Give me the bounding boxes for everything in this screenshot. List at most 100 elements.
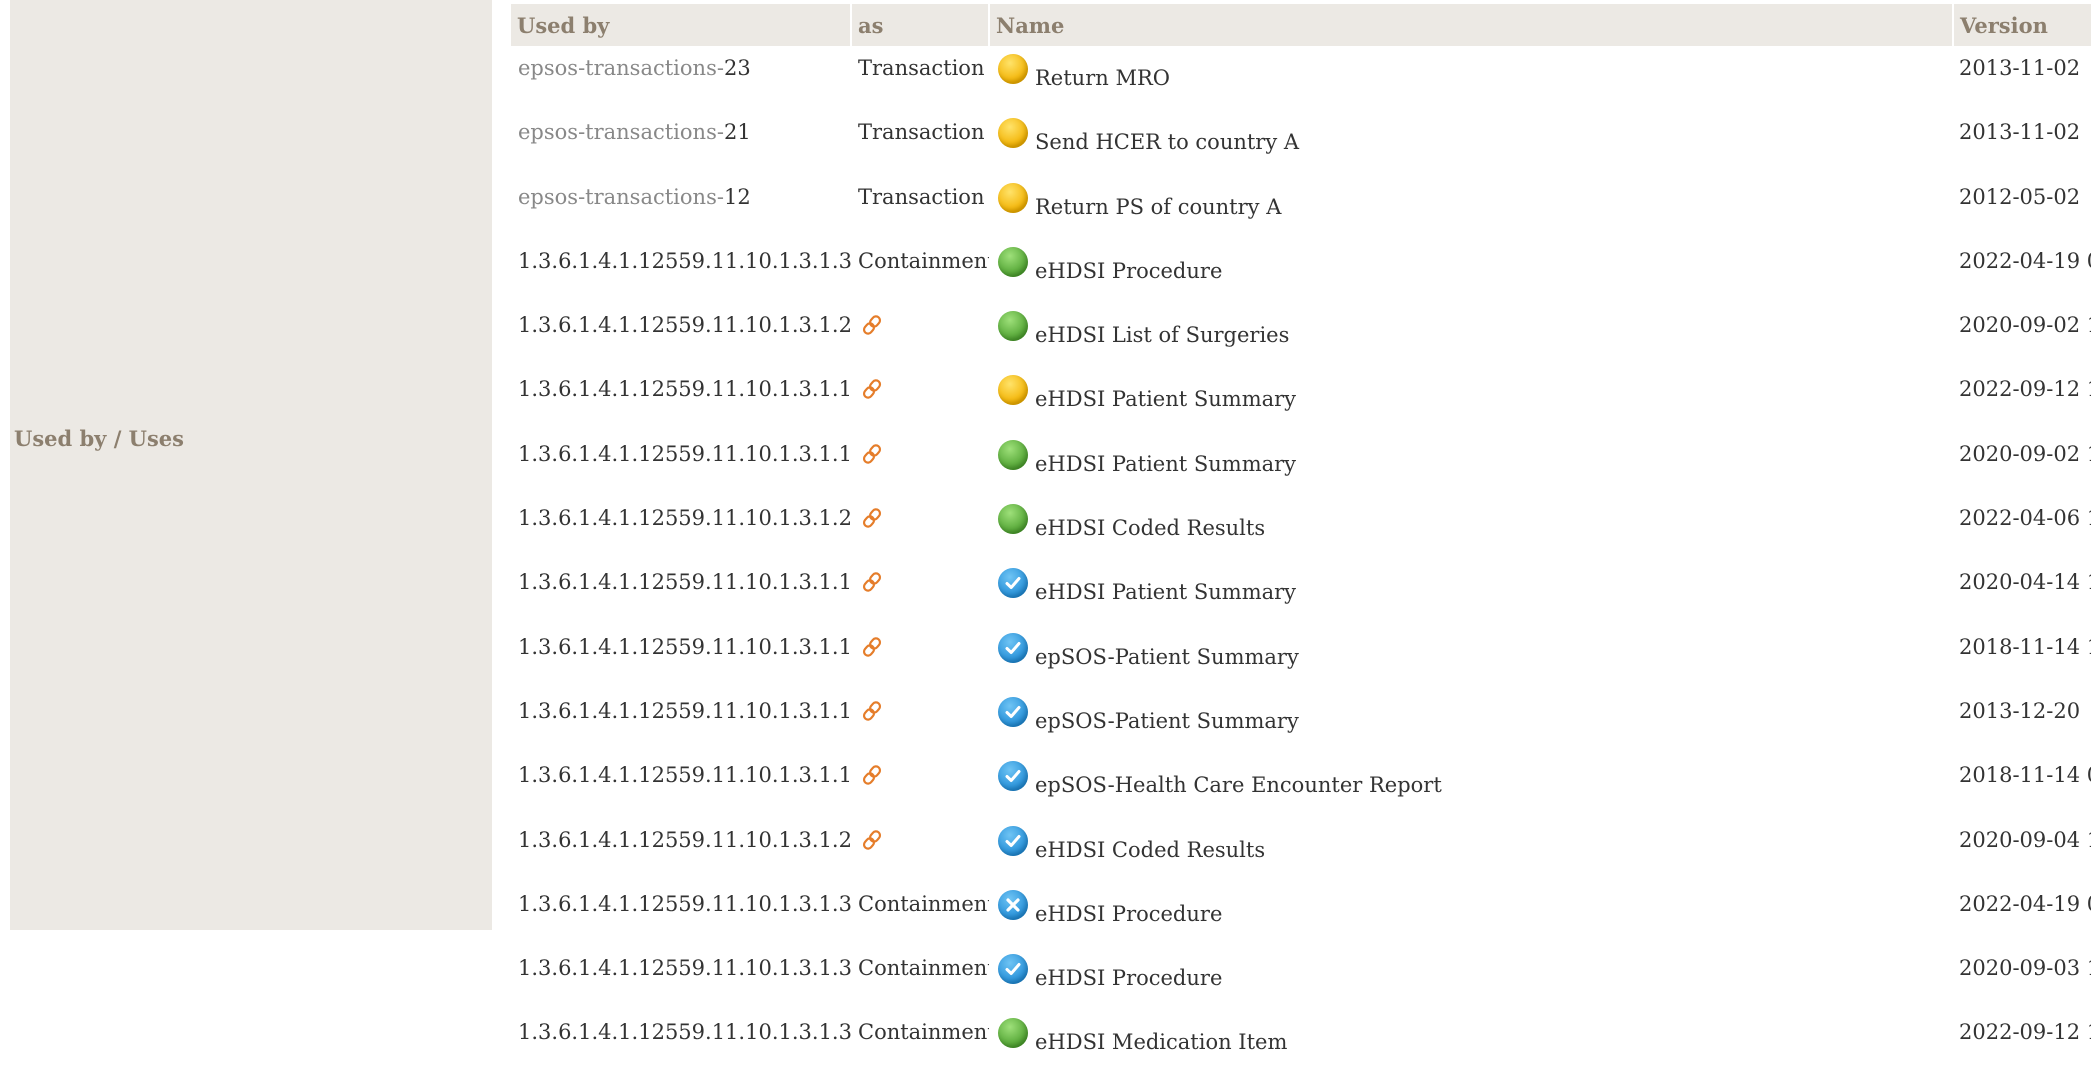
name-cell: eHDSI List of Surgeries xyxy=(989,303,1953,367)
table-row: epsos-transactions-21 Transaction Send HCE… xyxy=(511,110,2091,174)
row-label-panel: Used by / Uses xyxy=(10,0,492,930)
as-cell xyxy=(851,625,989,689)
table-row: 1.3.6.1.4.1.12559.11.10.1.3.1.3.4 Contain… xyxy=(511,1010,2091,1074)
used-by-cell: 1.3.6.1.4.1.12559.11.10.1.3.1.2.5 xyxy=(511,818,851,882)
link-icon[interactable] xyxy=(860,635,884,659)
as-cell xyxy=(851,689,989,753)
link-icon[interactable] xyxy=(860,442,884,466)
table-header-row: Used by as Name Version xyxy=(511,4,2091,46)
as-cell xyxy=(851,560,989,624)
template-name[interactable]: eHDSI Patient Summary xyxy=(1035,387,1296,411)
template-name[interactable]: eHDSI Patient Summary xyxy=(1035,452,1296,476)
used-by-cell: 1.3.6.1.4.1.12559.11.10.1.3.1.3.26 xyxy=(511,946,851,1010)
name-cell: Return MRO xyxy=(989,46,1953,110)
final-status-icon xyxy=(998,825,1028,856)
version-cell: 2022-04-06 1 xyxy=(1959,506,2091,531)
draft-status-icon xyxy=(998,118,1028,149)
row-label: Used by / Uses xyxy=(14,426,184,451)
used-by-cell: epsos-transactions-21 xyxy=(511,110,851,174)
link-icon[interactable] xyxy=(860,570,884,594)
as-label: Transaction xyxy=(858,184,985,209)
header-used-by[interactable]: Used by xyxy=(511,4,851,46)
version-cell: 2013-11-02 xyxy=(1959,56,2081,80)
template-name[interactable]: eHDSI Medication Item xyxy=(1035,1030,1287,1054)
as-cell xyxy=(851,367,989,431)
header-name[interactable]: Name xyxy=(988,4,1953,46)
template-name[interactable]: epSOS-Health Care Encounter Report xyxy=(1035,773,1442,797)
final-status-icon xyxy=(998,954,1028,985)
link-icon[interactable] xyxy=(860,763,884,787)
used-by-cell: 1.3.6.1.4.1.12559.11.10.1.3.1.1.4 xyxy=(511,753,851,817)
used-by-link[interactable]: epsos-transactions- xyxy=(518,56,724,80)
template-name[interactable]: eHDSI Procedure xyxy=(1035,966,1222,990)
used-by-link[interactable]: epsos-transactions- xyxy=(518,185,724,209)
draft-status-icon xyxy=(998,182,1028,213)
link-icon[interactable] xyxy=(860,699,884,723)
final-status-icon xyxy=(998,568,1028,599)
table-row: 1.3.6.1.4.1.12559.11.10.1.3.1.1.3 eHDSI P… xyxy=(511,367,2091,431)
as-cell: Containment xyxy=(851,946,989,1010)
as-cell: Containment xyxy=(851,882,989,946)
as-cell xyxy=(851,753,989,817)
used-by-id[interactable]: 23 xyxy=(724,56,751,80)
used-by-id[interactable]: 12 xyxy=(724,185,751,209)
used-by-id: 1.3.6.1.4.1.12559.11.10.1.3.1.1.3 xyxy=(518,441,851,466)
used-by-id: 1.3.6.1.4.1.12559.11.10.1.3.1.1.3 xyxy=(518,570,851,595)
template-name[interactable]: Return PS of country A xyxy=(1035,195,1281,219)
used-by-id: 1.3.6.1.4.1.12559.11.10.1.3.1.1.3 xyxy=(518,377,851,402)
name-cell: eHDSI Patient Summary xyxy=(989,367,1953,431)
template-name[interactable]: epSOS-Patient Summary xyxy=(1035,645,1299,669)
as-cell: Transaction xyxy=(851,110,989,174)
used-by-id[interactable]: 21 xyxy=(724,120,751,144)
name-cell: epSOS-Patient Summary xyxy=(989,689,1953,753)
table-row: 1.3.6.1.4.1.12559.11.10.1.3.1.2.11 eHDSI … xyxy=(511,303,2091,367)
version-cell: 2020-09-02 1 xyxy=(1959,441,2091,466)
used-by-cell: 1.3.6.1.4.1.12559.11.10.1.3.1.3.26 xyxy=(511,239,851,303)
as-cell xyxy=(851,818,989,882)
template-name[interactable]: epSOS-Patient Summary xyxy=(1035,709,1299,733)
template-name[interactable]: eHDSI List of Surgeries xyxy=(1035,323,1289,347)
used-by-id: 1.3.6.1.4.1.12559.11.10.1.3.1.3.26 xyxy=(518,956,851,981)
link-icon[interactable] xyxy=(860,506,884,530)
version-cell: 2020-04-14 1 xyxy=(1959,570,2091,595)
template-name[interactable]: Send HCER to country A xyxy=(1035,130,1299,154)
template-name[interactable]: eHDSI Coded Results xyxy=(1035,516,1265,540)
used-by-cell: 1.3.6.1.4.1.12559.11.10.1.3.1.1.3 xyxy=(511,367,851,431)
used-by-id: 1.3.6.1.4.1.12559.11.10.1.3.1.2.5 xyxy=(518,506,851,531)
header-version[interactable]: Version xyxy=(1952,4,2091,46)
template-name[interactable]: eHDSI Coded Results xyxy=(1035,838,1265,862)
template-name[interactable]: eHDSI Procedure xyxy=(1035,902,1222,926)
table-row: 1.3.6.1.4.1.12559.11.10.1.3.1.1.3 eHDSI P… xyxy=(511,432,2091,496)
as-cell: Containment xyxy=(851,1010,989,1074)
as-cell: Transaction xyxy=(851,46,989,110)
used-by-cell: 1.3.6.1.4.1.12559.11.10.1.3.1.1.3 xyxy=(511,689,851,753)
used-by-cell: epsos-transactions-23 xyxy=(511,46,851,110)
name-cell: Return PS of country A xyxy=(989,175,1953,239)
used-by-cell: 1.3.6.1.4.1.12559.11.10.1.3.1.1.3 xyxy=(511,560,851,624)
used-by-id: 1.3.6.1.4.1.12559.11.10.1.3.1.3.26 xyxy=(518,248,851,273)
version-cell: 2020-09-04 1 xyxy=(1959,827,2091,852)
used-by-id: 1.3.6.1.4.1.12559.11.10.1.3.1.2.5 xyxy=(518,827,851,852)
used-by-id: 1.3.6.1.4.1.12559.11.10.1.3.1.3.26 xyxy=(518,891,851,916)
left-border xyxy=(0,0,10,930)
link-icon[interactable] xyxy=(860,377,884,401)
template-name[interactable]: Return MRO xyxy=(1035,66,1170,90)
as-cell xyxy=(851,303,989,367)
link-icon[interactable] xyxy=(860,828,884,852)
draft-status-icon xyxy=(998,54,1028,84)
active-status-icon xyxy=(998,311,1028,342)
version-cell: 2022-04-19 0 xyxy=(1959,891,2091,916)
header-as[interactable]: as xyxy=(850,4,989,46)
template-name[interactable]: eHDSI Procedure xyxy=(1035,259,1222,283)
link-icon[interactable] xyxy=(860,313,884,337)
name-cell: eHDSI Medication Item xyxy=(989,1010,1953,1074)
active-status-icon xyxy=(998,439,1028,470)
as-label: Containment xyxy=(858,956,989,981)
table-row: 1.3.6.1.4.1.12559.11.10.1.3.1.1.3 eHDSI P… xyxy=(511,560,2091,624)
used-by-cell: 1.3.6.1.4.1.12559.11.10.1.3.1.2.5 xyxy=(511,496,851,560)
used-by-cell: 1.3.6.1.4.1.12559.11.10.1.3.1.3.26 xyxy=(511,882,851,946)
used-by-link[interactable]: epsos-transactions- xyxy=(518,120,724,144)
as-cell xyxy=(851,496,989,560)
version-cell: 2018-11-14 0 xyxy=(1959,763,2091,788)
template-name[interactable]: eHDSI Patient Summary xyxy=(1035,580,1296,604)
